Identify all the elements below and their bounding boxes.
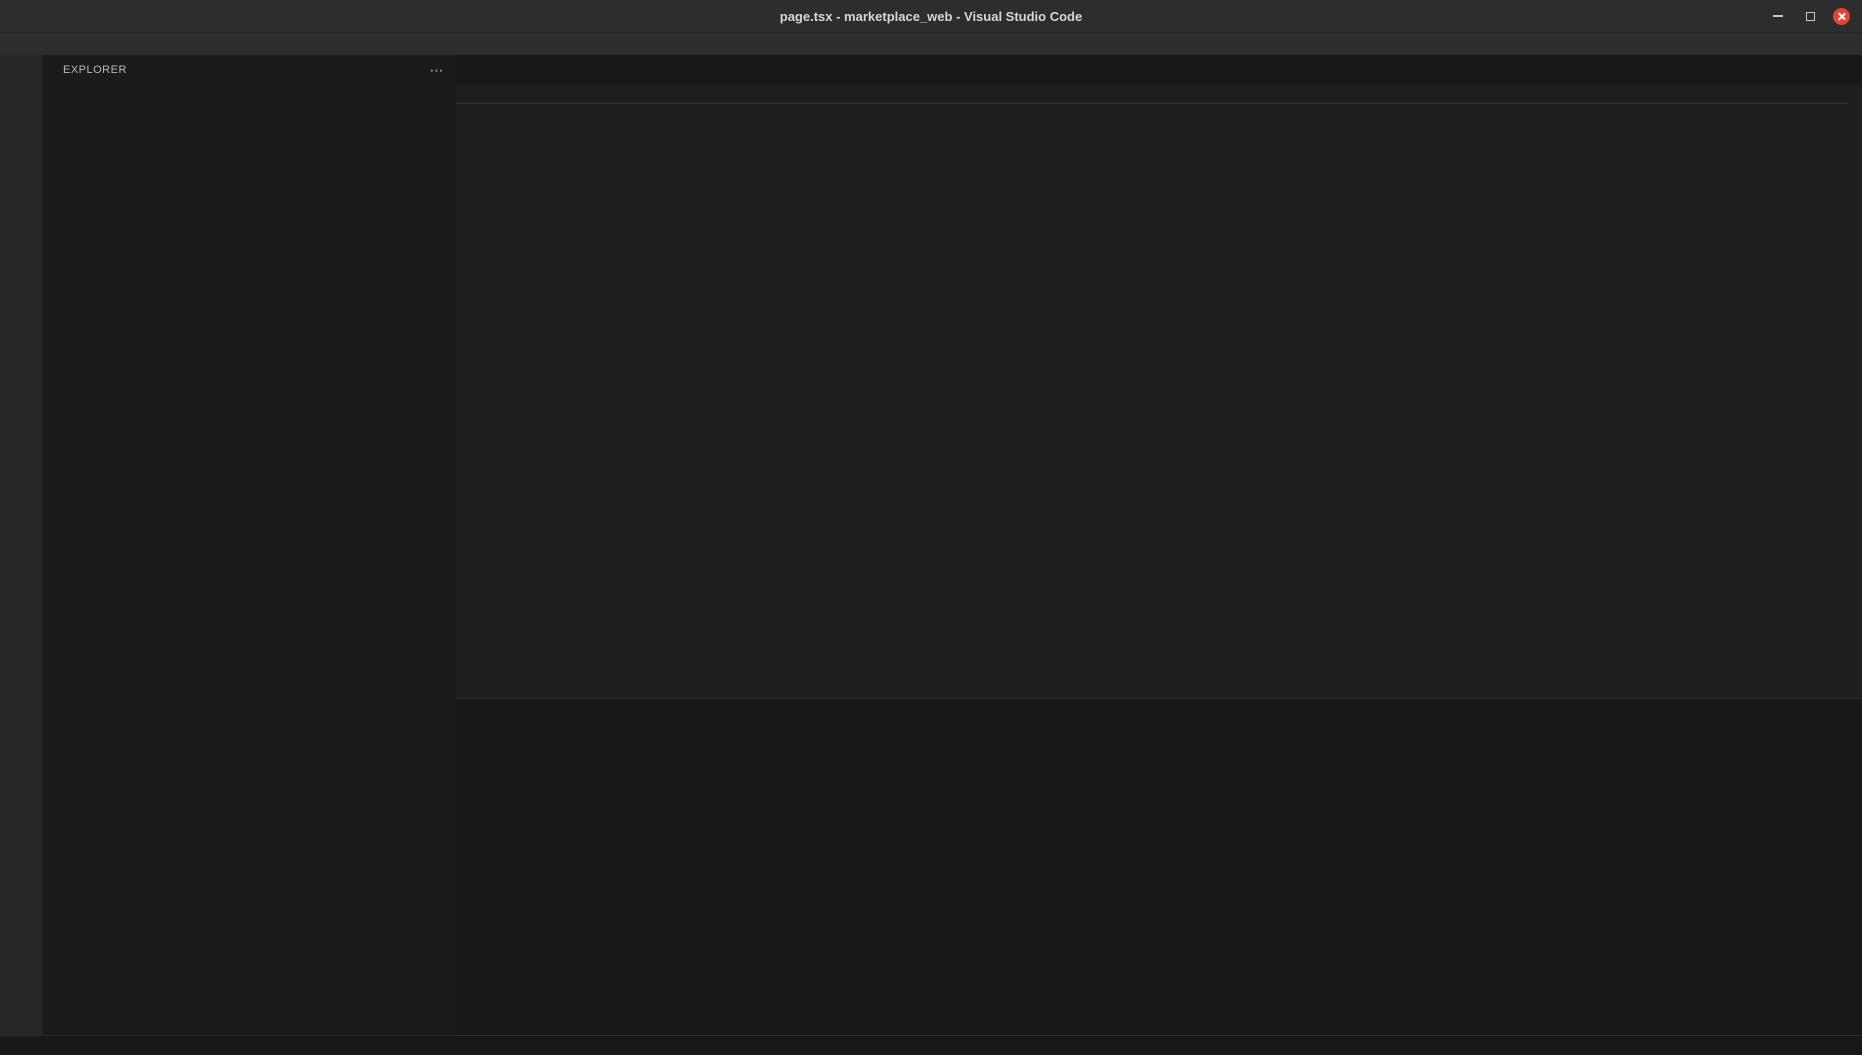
title-bar: page.tsx - marketplace_web - Visual Stud… <box>0 0 1862 33</box>
close-icon <box>1837 12 1846 21</box>
window-title: page.tsx - marketplace_web - Visual Stud… <box>160 9 1702 24</box>
sticky-scroll-line <box>456 103 1862 104</box>
terminal[interactable] <box>456 729 1862 1035</box>
bottom-panel <box>456 698 1862 1035</box>
activity-bar <box>0 55 43 1035</box>
overview-ruler[interactable] <box>1848 103 1862 698</box>
minimize-button[interactable] <box>1769 7 1787 25</box>
minimap[interactable] <box>1752 103 1848 698</box>
explorer-title: EXPLORER <box>63 64 127 76</box>
maximize-button[interactable] <box>1801 7 1819 25</box>
ellipsis-icon[interactable]: ⋯ <box>430 62 445 79</box>
vscode-window: page.tsx - marketplace_web - Visual Stud… <box>0 0 1862 1055</box>
code-editor[interactable] <box>456 103 1862 698</box>
maximize-icon <box>1806 12 1815 21</box>
breadcrumb <box>456 85 1862 103</box>
menu-bar <box>0 33 1862 55</box>
explorer-header: EXPLORER ⋯ <box>43 55 456 85</box>
minimize-icon <box>1773 15 1783 17</box>
editor-tab-bar <box>456 55 1862 85</box>
close-button[interactable] <box>1833 8 1850 25</box>
panel-header <box>456 699 1862 729</box>
status-bar <box>0 1035 1862 1055</box>
explorer-sidebar: EXPLORER ⋯ <box>43 55 456 1035</box>
